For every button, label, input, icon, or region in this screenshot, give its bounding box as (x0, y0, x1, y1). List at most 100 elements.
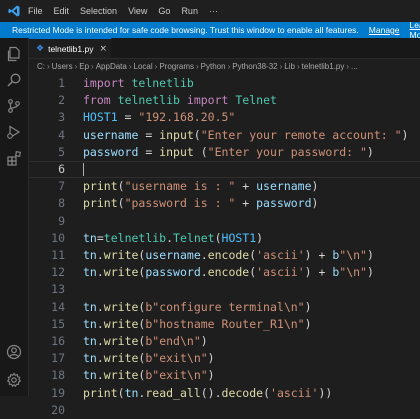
line-number: 10 (51, 230, 65, 245)
vscode-logo-icon (8, 5, 20, 17)
code-line[interactable]: 18 tn.write(b"exit\n") (29, 367, 420, 384)
code-line[interactable]: 16 tn.write(b"end\n") (29, 333, 420, 350)
line-number: 7 (58, 179, 65, 194)
line-number: 2 (58, 93, 65, 108)
code-line[interactable]: 8 print("password is : " + password) (29, 195, 420, 212)
restricted-mode-banner: Restricted Mode is intended for safe cod… (0, 20, 420, 40)
manage-link[interactable]: Manage (369, 25, 400, 35)
line-number: 9 (58, 213, 65, 228)
code-text: HOST1 = "192.168.20.5" (83, 110, 236, 125)
menu-run[interactable]: Run (181, 6, 198, 16)
code-line[interactable]: 11 tn.write(username.encode('ascii') + b"… (29, 247, 420, 264)
code-line[interactable]: 5 password = input ("Enter your password:… (29, 144, 420, 161)
code-line[interactable]: 2 from telnetlib import Telnet (29, 92, 420, 109)
code-text: from telnetlib import Telnet (83, 93, 277, 108)
line-number: 3 (58, 110, 65, 125)
text-cursor (83, 163, 84, 176)
code-line[interactable]: 20 (29, 402, 420, 419)
breadcrumb-segment[interactable]: C: (29, 62, 45, 71)
menu-more[interactable]: ··· (209, 6, 218, 16)
code-line[interactable]: 7 print("username is : " + username) (29, 178, 420, 195)
learn-more-link[interactable]: Learn More (410, 20, 420, 40)
code-line[interactable]: 6 (29, 161, 420, 179)
breadcrumb: C: › Users › Ep › AppData › Local › Programs › Pytho… (29, 59, 420, 73)
breadcrumb-segment[interactable]: Lib (284, 62, 295, 71)
line-number: 8 (58, 196, 65, 211)
breadcrumb-segment[interactable]: telnetlib1.py (302, 62, 345, 71)
line-number: 17 (51, 351, 65, 366)
code-text: tn.write(b"hostname Router_R1\n") (83, 316, 312, 331)
code-editor[interactable]: 1 import telnetlib 2 from telnetlib import … (29, 73, 420, 417)
breadcrumb-segment[interactable]: Python38-32 (232, 62, 277, 71)
line-number: 13 (51, 282, 65, 297)
line-number: 16 (51, 334, 65, 348)
code-line[interactable]: 9 (29, 213, 420, 230)
code-line[interactable]: 3 HOST1 = "192.168.20.5" (29, 109, 420, 126)
run-debug-icon[interactable] (6, 124, 22, 140)
line-number: 5 (58, 144, 65, 159)
breadcrumb-segment[interactable]: ... (351, 62, 358, 71)
code-line[interactable]: 4 username = input("Enter your remote acc… (29, 127, 420, 144)
code-text: tn.write(password.encode('ascii') + b"\n… (83, 265, 374, 280)
extensions-icon[interactable] (6, 150, 22, 166)
search-icon[interactable] (6, 72, 22, 88)
breadcrumb-separator: › (47, 61, 50, 71)
source-control-icon[interactable] (6, 98, 22, 114)
code-line[interactable]: 19 print(tn.read_all().decode('ascii')) (29, 385, 420, 402)
code-text: tn.write(b"exit\n") (83, 368, 215, 383)
breadcrumb-separator: › (296, 61, 300, 71)
menu-view[interactable]: View (128, 6, 147, 16)
code-line[interactable]: 13 (29, 281, 420, 298)
breadcrumb-separator: › (196, 61, 199, 71)
breadcrumb-separator: › (227, 61, 231, 71)
menu-file[interactable]: File (28, 6, 43, 16)
line-number: 4 (58, 127, 65, 142)
breadcrumb-segment[interactable]: Python (201, 62, 226, 71)
line-number: 1 (58, 76, 65, 90)
code-line[interactable]: 10 tn=telnetlib.Telnet(HOST1) (29, 230, 420, 247)
code-text: tn.write(b"exit\n") (83, 351, 215, 366)
menu-go[interactable]: Go (158, 6, 170, 16)
breadcrumb-separator: › (279, 61, 283, 71)
settings-gear-icon[interactable] (6, 372, 22, 388)
breadcrumb-separator: › (91, 61, 94, 71)
code-text: print("password is : " + password) (83, 196, 319, 211)
breadcrumb-separator: › (74, 61, 78, 71)
tab-label: telnetlib1.py (48, 43, 94, 54)
accounts-icon[interactable] (6, 344, 22, 360)
code-line[interactable]: 17 tn.write(b"exit\n") (29, 350, 420, 367)
breadcrumb-segment[interactable]: Ep (79, 62, 89, 71)
menu-selection[interactable]: Selection (80, 6, 117, 16)
activity-bar (0, 38, 29, 396)
breadcrumb-segment[interactable]: Users (52, 62, 73, 71)
breadcrumb-separator: › (154, 61, 158, 71)
code-text: tn.write(username.encode('ascii') + b"\n… (83, 248, 374, 262)
line-number: 15 (51, 316, 65, 331)
code-line[interactable]: 14 tn.write(b"configure terminal\n") (29, 299, 420, 316)
line-number: 18 (51, 368, 65, 383)
code-line[interactable]: 12 tn.write(password.encode('ascii') + b"… (29, 264, 420, 281)
code-text: tn=telnetlib.Telnet(HOST1) (83, 230, 264, 245)
line-number: 6 (58, 162, 65, 176)
breadcrumb-segment[interactable]: Local (134, 62, 153, 71)
banner-message: Restricted Mode is intended for safe cod… (12, 25, 359, 35)
code-line[interactable]: 1 import telnetlib (29, 75, 420, 92)
code-text: import telnetlib (83, 76, 194, 90)
editor-tab-bar: ❖ telnetlib1.py × (29, 38, 420, 59)
code-text: print("username is : " + username) (83, 179, 319, 194)
code-text: password = input ("Enter your password: … (83, 144, 374, 159)
close-icon[interactable]: × (99, 44, 107, 54)
breadcrumb-segment[interactable]: Programs (159, 62, 194, 71)
explorer-icon[interactable] (6, 46, 22, 62)
code-line[interactable]: 15 tn.write(b"hostname Router_R1\n") (29, 316, 420, 333)
tab-telnetlib1[interactable]: ❖ telnetlib1.py × (29, 38, 111, 58)
current-line-highlight (29, 161, 420, 179)
breadcrumb-segment[interactable]: AppData (96, 62, 127, 71)
code-text: print(tn.read_all().decode('ascii')) (83, 385, 333, 400)
python-file-icon: ❖ (36, 43, 45, 54)
line-number: 11 (51, 248, 65, 262)
menu-edit[interactable]: Edit (54, 6, 70, 16)
code-text: tn.write(b"end\n") (83, 334, 208, 348)
code-text: tn.write(b"configure terminal\n") (83, 299, 312, 314)
title-bar: File Edit Selection View Go Run ··· (0, 0, 420, 23)
